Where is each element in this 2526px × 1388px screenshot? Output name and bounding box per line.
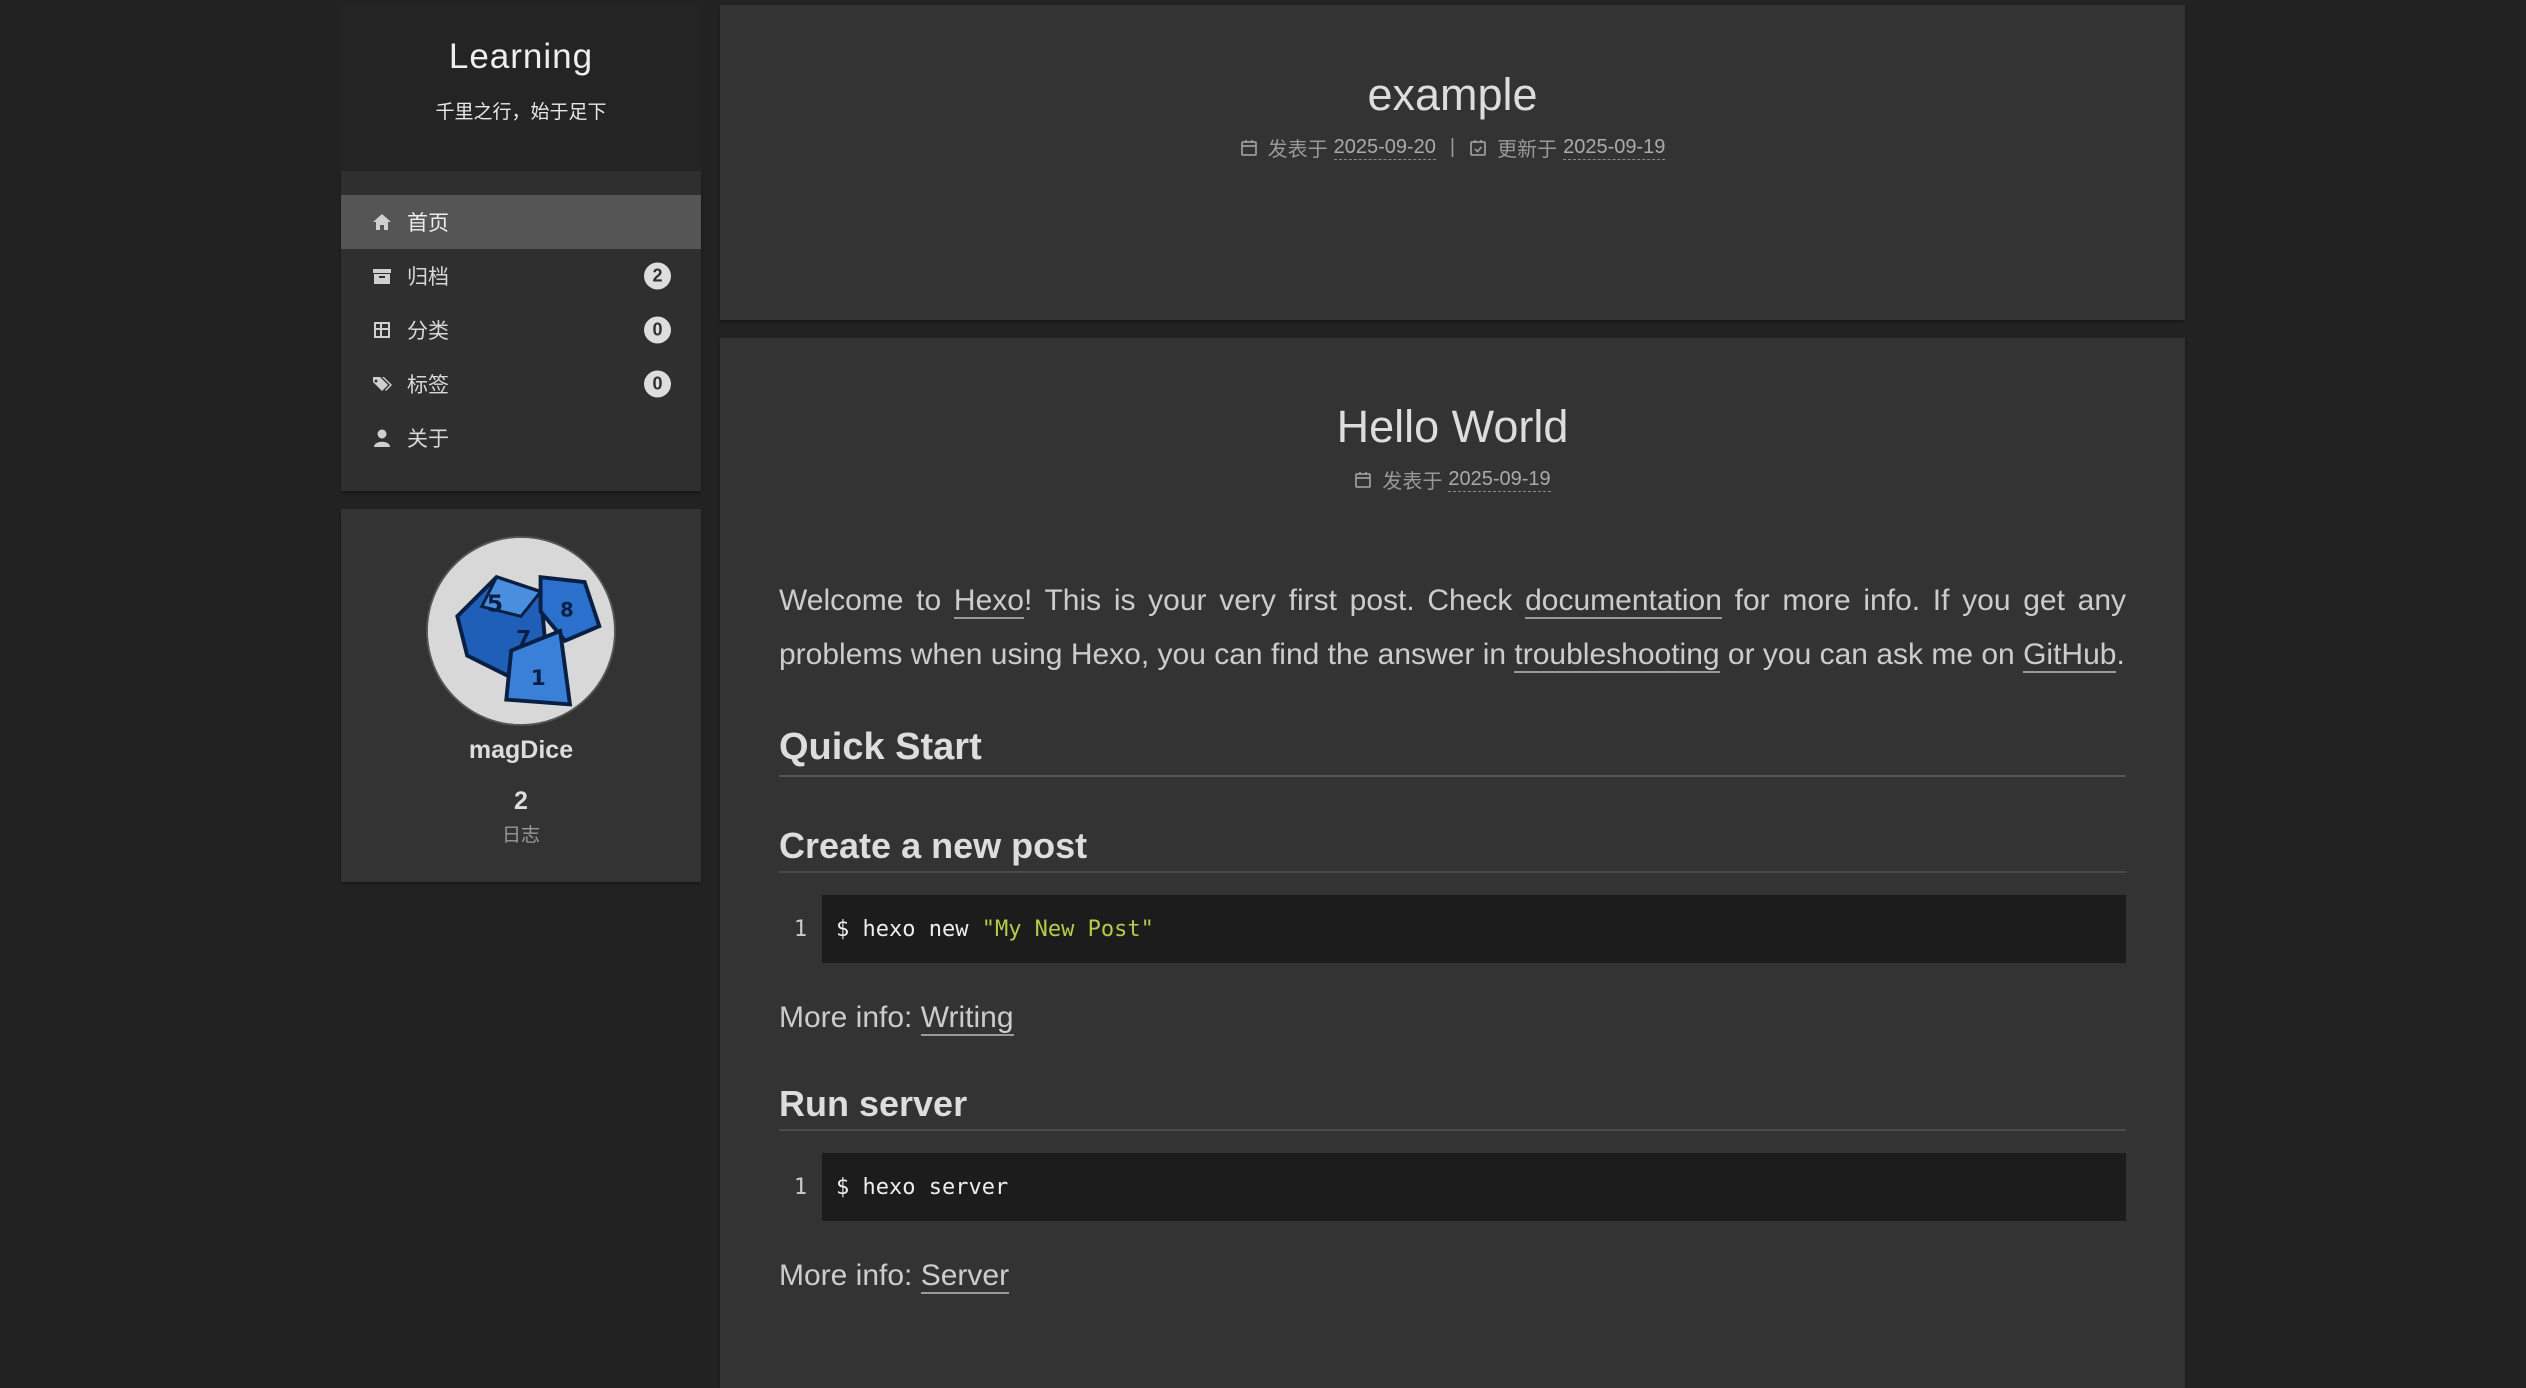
tags-icon — [371, 373, 393, 395]
text-run: Welcome to — [779, 584, 954, 617]
post-card-example: example 发表于 2025-09-20 | 更新于 2025-09-19 — [720, 5, 2185, 320]
code-line-number: 1 — [779, 895, 822, 963]
code-line-number: 1 — [779, 1153, 822, 1221]
heading-create-post: Create a new post — [779, 825, 2126, 873]
archive-icon — [371, 265, 393, 287]
updated-label: 更新于 — [1497, 139, 1558, 161]
menu-item-categories[interactable]: 分类 0 — [341, 303, 701, 357]
user-icon — [371, 427, 393, 449]
menu-item-tags[interactable]: 标签 0 — [341, 357, 701, 411]
site-nav-menu: 首页 归档 2 分类 0 标签 0 关于 — [341, 171, 701, 491]
post-card-hello-world: Hello World 发表于 2025-09-19 Welcome to He… — [720, 338, 2185, 1388]
post-meta: 发表于 2025-09-20 | 更新于 2025-09-19 — [720, 133, 2185, 162]
svg-text:5: 5 — [487, 589, 503, 617]
site-brand: Learning 千里之行，始于足下 — [341, 5, 701, 171]
github-link[interactable]: GitHub — [2023, 638, 2117, 673]
menu-item-label: 关于 — [407, 428, 449, 451]
svg-text:1: 1 — [531, 666, 546, 691]
code-command: $ hexo new — [836, 916, 982, 942]
tag-count-badge: 0 — [644, 370, 671, 398]
text-run: . — [2116, 638, 2125, 671]
writing-link[interactable]: Writing — [920, 1001, 1014, 1036]
post-meta: 发表于 2025-09-19 — [720, 465, 2185, 494]
heading-run-server: Run server — [779, 1083, 2126, 1131]
grid-icon — [371, 319, 393, 341]
server-link[interactable]: Server — [920, 1259, 1010, 1294]
post-body: Welcome to Hexo! This is your very first… — [720, 574, 2185, 1294]
published-label: 发表于 — [1382, 471, 1443, 493]
more-info-label: More info: — [779, 1001, 921, 1034]
calendar-icon — [1240, 139, 1258, 157]
text-run: ! This is your very first post. Check — [1023, 584, 1526, 617]
menu-item-home[interactable]: 首页 — [341, 195, 701, 249]
meta-separator: | — [1449, 136, 1456, 158]
site-title[interactable]: Learning — [341, 37, 701, 77]
menu-item-label: 分类 — [407, 320, 449, 343]
published-date: 2025-09-20 — [1333, 135, 1436, 160]
menu-item-about[interactable]: 关于 — [341, 411, 701, 465]
text-run: or you can ask me on — [1719, 638, 2024, 671]
intro-paragraph: Welcome to Hexo! This is your very first… — [779, 574, 2126, 682]
menu-item-label: 首页 — [407, 212, 449, 235]
documentation-link[interactable]: documentation — [1525, 584, 1722, 619]
code-command: $ hexo server — [836, 1174, 1009, 1200]
archive-count-badge: 2 — [644, 262, 671, 290]
menu-item-label: 归档 — [407, 266, 449, 289]
main-content: example 发表于 2025-09-20 | 更新于 2025-09-19 … — [720, 5, 2185, 1388]
sidebar: Learning 千里之行，始于足下 首页 归档 2 分类 0 标签 0 关于 … — [341, 5, 701, 882]
category-count-badge: 0 — [644, 316, 671, 344]
svg-text:7: 7 — [516, 627, 531, 652]
svg-text:8: 8 — [560, 598, 574, 621]
more-info-writing: More info: Writing — [779, 1001, 2126, 1036]
menu-item-label: 标签 — [407, 374, 449, 397]
code-line[interactable]: $ hexo server — [822, 1153, 2126, 1221]
posts-stat-label[interactable]: 日志 — [341, 820, 701, 847]
author-card: 5 7 8 1 magDice 2 日志 — [341, 509, 701, 882]
code-string: "My New Post" — [981, 916, 1154, 942]
published-label: 发表于 — [1267, 139, 1328, 161]
updated-date: 2025-09-19 — [1563, 135, 1666, 160]
home-icon — [371, 211, 393, 233]
post-title[interactable]: Hello World — [720, 401, 2185, 453]
dice-avatar-image: 5 7 8 1 — [428, 538, 614, 724]
code-block-run-server: 1 $ hexo server — [779, 1153, 2126, 1221]
author-name: magDice — [468, 736, 574, 764]
posts-stat-count[interactable]: 2 — [341, 787, 701, 816]
heading-quick-start: Quick Start — [779, 726, 2126, 777]
code-line[interactable]: $ hexo new "My New Post" — [822, 895, 2126, 963]
author-avatar[interactable]: 5 7 8 1 — [426, 536, 616, 726]
calendar-icon — [1354, 471, 1372, 489]
site-subtitle: 千里之行，始于足下 — [435, 102, 607, 123]
hexo-link[interactable]: Hexo — [953, 584, 1024, 619]
calendar-check-icon — [1469, 139, 1487, 157]
code-block-create-post: 1 $ hexo new "My New Post" — [779, 895, 2126, 963]
more-info-label: More info: — [779, 1259, 921, 1292]
troubleshooting-link[interactable]: troubleshooting — [1514, 638, 1720, 673]
menu-item-archives[interactable]: 归档 2 — [341, 249, 701, 303]
post-title[interactable]: example — [720, 69, 2185, 121]
published-date: 2025-09-19 — [1448, 467, 1551, 492]
more-info-server: More info: Server — [779, 1259, 2126, 1294]
